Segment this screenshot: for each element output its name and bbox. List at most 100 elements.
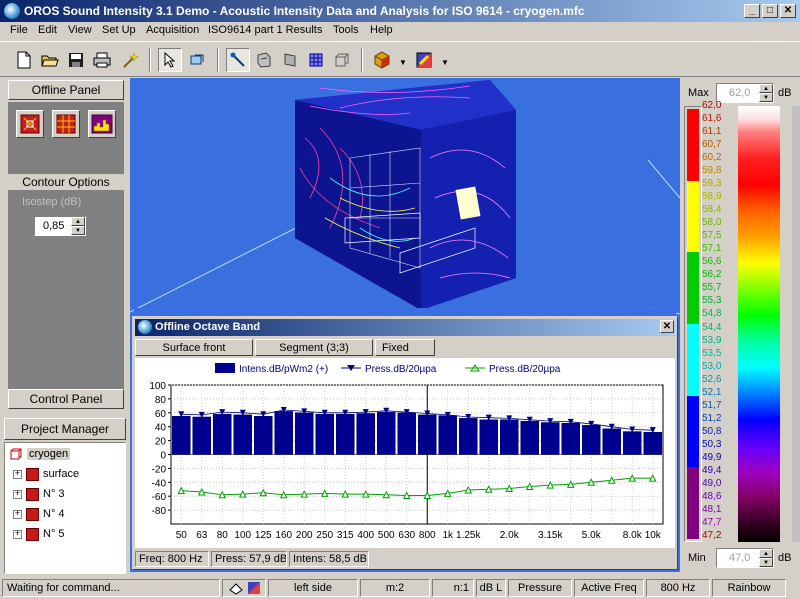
eraser-icon bbox=[229, 583, 243, 595]
palette-icon bbox=[248, 582, 260, 594]
bar-intensity bbox=[499, 419, 519, 455]
view-rotate-icon[interactable] bbox=[186, 48, 210, 72]
select-arrow-icon[interactable] bbox=[158, 48, 182, 72]
status-freq-value: 800 Hz bbox=[646, 579, 710, 597]
bar-intensity bbox=[581, 425, 601, 455]
tab-surface-front[interactable]: Surface front bbox=[135, 339, 253, 356]
max-label: Max bbox=[688, 87, 709, 99]
measure-mesh-icon[interactable] bbox=[252, 48, 276, 72]
spectrum-view-icon[interactable] bbox=[88, 110, 116, 138]
tree-item-n5[interactable]: + N° 5 bbox=[13, 525, 65, 543]
bar-intensity bbox=[602, 428, 622, 455]
octave-chart: Intens.dB/pWm2 (+) Press.dB/20µpa Press.dB… bbox=[149, 363, 664, 541]
x-tick-label: 400 bbox=[357, 530, 374, 541]
min-spin-buttons[interactable]: ▲ ▼ bbox=[759, 549, 773, 567]
tab-fixed[interactable]: Fixed bbox=[375, 339, 435, 356]
octave-window-titlebar: Offline Octave Band ✕ bbox=[135, 319, 675, 336]
scale-level-label: 50,8 bbox=[702, 425, 722, 437]
menu-setup[interactable]: Set Up bbox=[102, 24, 136, 36]
menu-iso9614-results[interactable]: ISO9614 part 1 Results bbox=[208, 24, 322, 36]
max-value: 62,0 bbox=[729, 87, 751, 99]
tree-item-n4[interactable]: + N° 4 bbox=[13, 505, 65, 523]
tree-label: N° 5 bbox=[43, 528, 65, 540]
y-tick-label: 60 bbox=[155, 409, 167, 420]
maximize-button[interactable]: □ bbox=[762, 4, 778, 18]
bar-intensity bbox=[315, 413, 335, 455]
expand-icon[interactable]: + bbox=[13, 509, 22, 519]
max-spin-buttons[interactable]: ▲ ▼ bbox=[759, 84, 773, 102]
wireframe-cube-icon[interactable] bbox=[330, 48, 354, 72]
close-button[interactable]: ✕ bbox=[780, 4, 796, 18]
menu-help[interactable]: Help bbox=[370, 24, 393, 36]
x-tick-label: 3.15k bbox=[538, 530, 563, 541]
x-tick-label: 630 bbox=[398, 530, 415, 541]
menu-view[interactable]: View bbox=[68, 24, 92, 36]
x-tick-label: 315 bbox=[337, 530, 354, 541]
isostep-spin-buttons[interactable]: ▲ ▼ bbox=[71, 217, 85, 235]
x-tick-label: 250 bbox=[316, 530, 333, 541]
chart-area[interactable]: Intens.dB/pWm2 (+) Press.dB/20µpa Press.dB… bbox=[135, 358, 675, 548]
window-title: OROS Sound Intensity 3.1 Demo - Acoustic… bbox=[24, 4, 585, 18]
color-band bbox=[687, 324, 699, 396]
tree-item-n3[interactable]: + N° 3 bbox=[13, 485, 65, 503]
y-tick-label: 0 bbox=[160, 451, 166, 462]
min-spinbox[interactable]: 47,0 ▲ ▼ bbox=[716, 548, 774, 568]
scale-level-label: 50,3 bbox=[702, 438, 722, 450]
tab-segment[interactable]: Segment (3;3) bbox=[255, 339, 373, 356]
menu-tools[interactable]: Tools bbox=[333, 24, 359, 36]
x-tick-label: 2.0k bbox=[500, 530, 520, 541]
probe-icon[interactable] bbox=[226, 48, 250, 72]
color-scale-panel: Max 62,0 ▲ ▼ dB 62,0 61,6 61,1 60,7 60,2 59,8 5… bbox=[682, 78, 800, 572]
tree-item-surface[interactable]: + surface bbox=[13, 465, 79, 483]
status-n: n:1 bbox=[432, 579, 474, 597]
status-m: m:2 bbox=[360, 579, 430, 597]
octave-window-title: Offline Octave Band bbox=[155, 321, 261, 333]
expand-icon[interactable]: + bbox=[13, 489, 22, 499]
scale-level-label: 57,1 bbox=[702, 243, 722, 255]
toolbar-separator bbox=[217, 48, 219, 72]
mesh-grid-icon[interactable] bbox=[52, 110, 80, 138]
bar-intensity bbox=[438, 415, 458, 455]
select-face-icon[interactable] bbox=[278, 48, 302, 72]
toolbar: ▼ ▼ bbox=[0, 41, 800, 77]
scale-level-label: 60,2 bbox=[702, 152, 722, 164]
minimize-button[interactable]: _ bbox=[744, 4, 760, 18]
scale-level-label: 49,9 bbox=[702, 451, 722, 463]
menu-edit[interactable]: Edit bbox=[38, 24, 57, 36]
grid-cube-icon[interactable] bbox=[304, 48, 328, 72]
new-file-icon[interactable] bbox=[12, 48, 36, 72]
status-quantity: Pressure bbox=[508, 579, 572, 597]
scale-scrollbar[interactable] bbox=[792, 106, 800, 542]
contour-view-icon[interactable] bbox=[16, 110, 44, 138]
x-tick-label: 100 bbox=[234, 530, 251, 541]
menu-acquisition[interactable]: Acquisition bbox=[146, 24, 199, 36]
chevron-down-icon[interactable]: ▼ bbox=[399, 58, 407, 67]
y-tick-label: -60 bbox=[152, 492, 167, 503]
status-intens: Intens: 58,5 dB bbox=[289, 551, 369, 567]
color-map-icon[interactable] bbox=[412, 48, 436, 72]
y-tick-label: 100 bbox=[149, 381, 166, 392]
y-tick-label: -80 bbox=[152, 506, 167, 517]
isostep-spinbox[interactable]: 0,85 ▲ ▼ bbox=[34, 216, 86, 236]
expand-icon[interactable]: + bbox=[13, 529, 22, 539]
octave-close-button[interactable]: ✕ bbox=[660, 320, 674, 333]
menu-file[interactable]: File bbox=[10, 24, 28, 36]
tree-item-cryogen[interactable]: cryogen bbox=[9, 445, 71, 463]
x-tick-label: 1k bbox=[442, 530, 454, 541]
bar-intensity bbox=[192, 416, 212, 455]
status-palette: Rainbow bbox=[712, 579, 786, 597]
control-panel-button[interactable]: Control Panel bbox=[8, 389, 124, 409]
save-icon[interactable] bbox=[64, 48, 88, 72]
print-icon[interactable] bbox=[90, 48, 114, 72]
status-freq: Freq: 800 Hz bbox=[135, 551, 209, 567]
magic-wand-icon[interactable] bbox=[118, 48, 142, 72]
bar-intensity bbox=[356, 413, 376, 455]
chevron-down-icon[interactable]: ▼ bbox=[441, 58, 449, 67]
expand-icon[interactable]: + bbox=[13, 469, 22, 479]
scale-level-label: 53,5 bbox=[702, 347, 722, 359]
color-band bbox=[687, 109, 699, 181]
scale-level-label: 61,1 bbox=[702, 126, 722, 138]
tree-label: N° 4 bbox=[43, 508, 65, 520]
open-folder-icon[interactable] bbox=[38, 48, 62, 72]
3d-cube-icon[interactable] bbox=[370, 48, 394, 72]
